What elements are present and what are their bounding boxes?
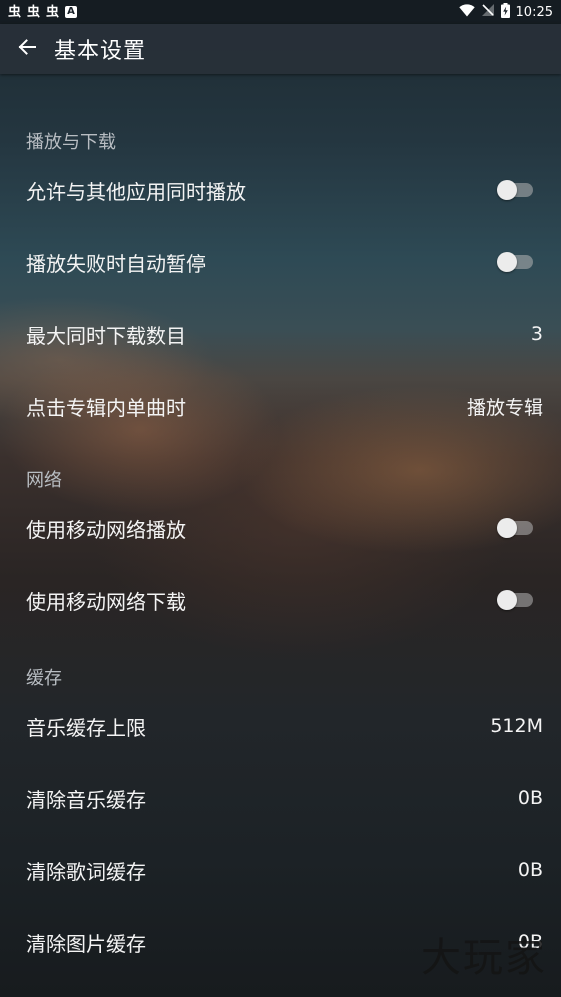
toggle-thumb — [497, 180, 517, 200]
bug-notification-icon: 虫 — [8, 4, 22, 20]
setting-label: 最大同时下载数目 — [26, 323, 186, 348]
bug-notification-icon: 虫 — [46, 4, 60, 20]
status-time: 10:25 — [515, 4, 553, 20]
status-system: 10:25 — [458, 2, 553, 22]
setting-clear-lyrics-cache[interactable]: 清除歌词缓存 0B — [0, 834, 561, 906]
status-bar: 虫 虫 虫 A 10:25 — [0, 0, 561, 24]
setting-value: 0B — [517, 931, 543, 953]
setting-allow-concurrent-playback[interactable]: 允许与其他应用同时播放 — [0, 154, 561, 226]
setting-max-concurrent-downloads[interactable]: 最大同时下载数目 3 — [0, 298, 561, 370]
back-button[interactable] — [0, 24, 54, 74]
no-signal-icon — [481, 3, 495, 21]
setting-value: 0B — [517, 787, 543, 809]
setting-music-cache-limit[interactable]: 音乐缓存上限 512M — [0, 690, 561, 762]
section-header-playback: 播放与下载 — [26, 132, 116, 153]
setting-label: 音乐缓存上限 — [26, 715, 146, 740]
section-header-cache: 缓存 — [26, 668, 62, 689]
battery-charging-icon — [500, 2, 510, 22]
page-title: 基本设置 — [54, 39, 147, 64]
toggle-thumb — [497, 518, 517, 538]
mobile-download-toggle[interactable] — [497, 590, 533, 610]
bug-notification-icon: 虫 — [27, 4, 41, 20]
wifi-icon — [458, 3, 475, 21]
section-header-network: 网络 — [26, 470, 62, 491]
setting-label: 清除音乐缓存 — [26, 787, 146, 812]
mobile-playback-toggle[interactable] — [497, 518, 533, 538]
arrow-left-icon — [18, 38, 36, 60]
allow-concurrent-toggle[interactable] — [497, 180, 533, 200]
setting-auto-pause-on-failure[interactable]: 播放失败时自动暂停 — [0, 226, 561, 298]
status-notifications: 虫 虫 虫 A — [8, 4, 78, 20]
setting-label: 清除图片缓存 — [26, 931, 146, 956]
setting-label: 使用移动网络播放 — [26, 517, 186, 542]
setting-label: 使用移动网络下载 — [26, 589, 186, 614]
setting-clear-music-cache[interactable]: 清除音乐缓存 0B — [0, 762, 561, 834]
setting-value: 3 — [530, 323, 543, 345]
auto-pause-toggle[interactable] — [497, 252, 533, 272]
a-notification-icon: A — [65, 6, 78, 18]
app-bar: 基本设置 — [0, 24, 561, 74]
setting-mobile-network-playback[interactable]: 使用移动网络播放 — [0, 492, 561, 564]
setting-album-track-click[interactable]: 点击专辑内单曲时 播放专辑 — [0, 370, 561, 442]
setting-clear-image-cache[interactable]: 清除图片缓存 0B — [0, 906, 561, 978]
toggle-thumb — [497, 590, 517, 610]
setting-label: 允许与其他应用同时播放 — [26, 179, 246, 204]
toggle-thumb — [497, 252, 517, 272]
setting-label: 点击专辑内单曲时 — [26, 395, 186, 420]
settings-list: 播放与下载 允许与其他应用同时播放 播放失败时自动暂停 最大同时下载数目 3 点… — [0, 74, 561, 978]
setting-value: 播放专辑 — [466, 396, 543, 419]
setting-value: 0B — [517, 859, 543, 881]
setting-value: 512M — [490, 715, 543, 737]
setting-label: 清除歌词缓存 — [26, 859, 146, 884]
setting-mobile-network-download[interactable]: 使用移动网络下载 — [0, 564, 561, 636]
setting-label: 播放失败时自动暂停 — [26, 251, 206, 276]
